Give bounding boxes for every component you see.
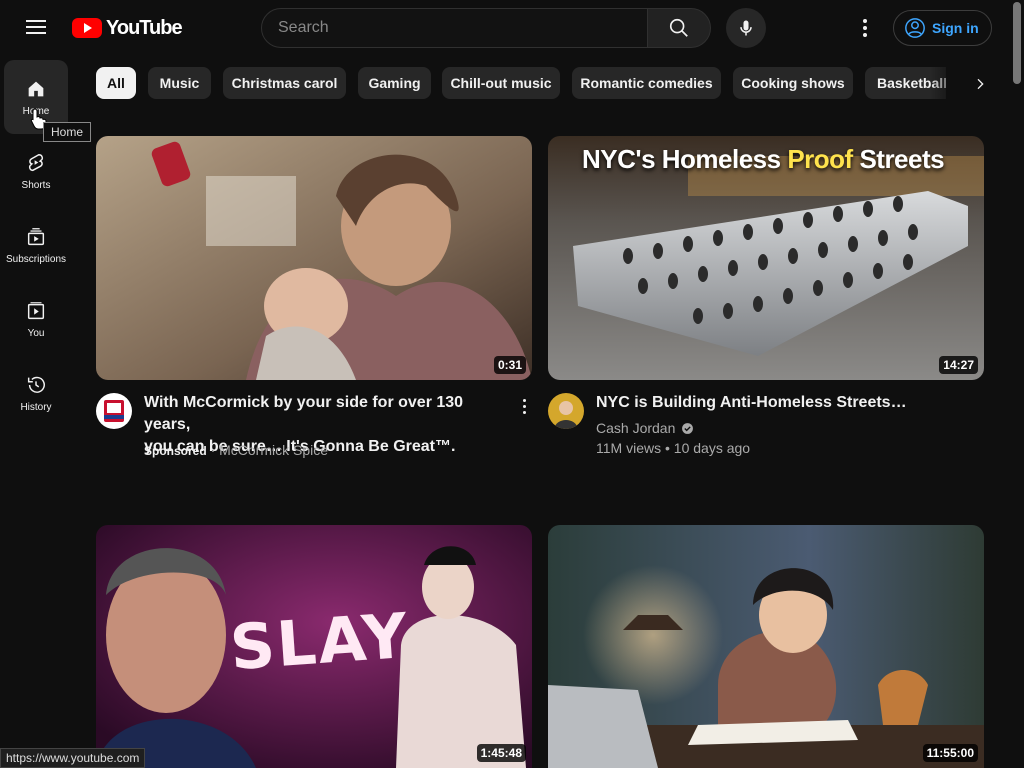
channel-avatar[interactable] (548, 393, 584, 429)
thumbnail-image (96, 136, 532, 380)
chip-gaming[interactable]: Gaming (358, 67, 431, 99)
mccormick-logo-icon (104, 400, 124, 422)
video-stats: 11M views • 10 days ago (596, 438, 750, 458)
video-thumbnail[interactable]: NYC's Homeless Proof Streets 14:27 (548, 136, 984, 380)
avatar-image (554, 401, 578, 429)
microphone-icon (740, 20, 752, 36)
search-input[interactable] (278, 19, 647, 37)
sidebar-item-label: You (27, 327, 45, 339)
video-duration: 11:55:00 (922, 744, 978, 762)
sidebar-item-label: Shorts (21, 179, 51, 191)
headline-highlight: Proof (787, 144, 853, 174)
view-count: 11M views (596, 440, 662, 456)
search-icon (669, 18, 688, 37)
chip-next-button[interactable] (962, 67, 998, 101)
video-title-line: With McCormick by your side for over 130… (144, 394, 464, 433)
headline-part: NYC's Homeless (582, 144, 788, 174)
verified-icon (682, 422, 694, 434)
channel-row: Cash Jordan (596, 418, 694, 438)
video-thumbnail[interactable]: 0:31 (96, 136, 532, 380)
voice-search-button[interactable] (726, 8, 766, 48)
youtube-play-icon (72, 18, 102, 38)
chip-bar: All Music Christmas carol Gaming Chill-o… (96, 67, 946, 101)
chip-all[interactable]: All (96, 67, 136, 99)
menu-icon[interactable] (20, 16, 52, 40)
channel-avatar[interactable] (96, 393, 132, 429)
video-menu-icon[interactable] (514, 394, 534, 418)
thumbnail-text: SLAY (227, 598, 412, 685)
chip-music[interactable]: Music (148, 67, 211, 99)
sidebar-item-you[interactable]: You (4, 282, 68, 356)
video-duration: 1:45:48 (476, 744, 526, 762)
video-duration: 14:27 (939, 356, 978, 374)
sidebar-item-subscriptions[interactable]: Subscriptions (4, 208, 68, 282)
thumbnail-headline: NYC's Homeless Proof Streets (582, 144, 945, 175)
subscriptions-icon (27, 227, 45, 245)
sign-in-label: Sign in (932, 20, 979, 36)
chip-christmas-carol[interactable]: Christmas carol (223, 67, 346, 99)
masthead: YouTube Sign in (0, 0, 1010, 56)
sign-in-button[interactable]: Sign in (893, 10, 992, 46)
shorts-icon (28, 153, 44, 171)
upload-age: 10 days ago (673, 440, 751, 456)
sidebar-item-label: Subscriptions (5, 253, 67, 265)
tooltip: Home (43, 122, 92, 142)
video-thumbnail[interactable]: SLAY 1:45:48 (96, 525, 532, 768)
thumbnail-image (548, 525, 984, 768)
separator: • (664, 440, 674, 456)
sidebar-item-label: History (20, 401, 52, 413)
sidebar-item-history[interactable]: History (4, 356, 68, 430)
chip-chill-out-music[interactable]: Chill-out music (442, 67, 560, 99)
search-box[interactable] (261, 8, 648, 48)
video-thumbnail[interactable]: 11:55:00 (548, 525, 984, 768)
separator: · (210, 442, 220, 458)
video-title[interactable]: NYC is Building Anti-Homeless Streets… (596, 392, 976, 414)
video-meta: Sponsored · McCormick Spice (144, 440, 328, 461)
chevron-right-icon (977, 78, 984, 90)
youtube-logo[interactable]: YouTube (72, 16, 183, 40)
chip-romantic-comedies[interactable]: Romantic comedies (572, 67, 721, 99)
scrollbar-thumb[interactable] (1013, 2, 1021, 84)
chip-cooking-shows[interactable]: Cooking shows (733, 67, 853, 99)
logo-text: YouTube (106, 16, 183, 39)
search-button[interactable] (647, 8, 711, 48)
sponsored-label: Sponsored (144, 444, 207, 458)
history-icon (27, 376, 45, 393)
channel-name[interactable]: McCormick Spice (219, 442, 328, 458)
you-icon (27, 301, 45, 319)
sidebar-item-shorts[interactable]: Shorts (4, 134, 68, 208)
scrollbar-track[interactable] (1010, 0, 1024, 768)
browser-status-url: https://www.youtube.com (0, 748, 146, 768)
video-duration: 0:31 (493, 356, 526, 374)
account-icon (905, 18, 925, 38)
settings-menu-icon[interactable] (850, 16, 880, 40)
chip-fade (930, 67, 960, 101)
home-icon (28, 81, 44, 96)
headline-part: Streets (852, 144, 945, 174)
channel-name[interactable]: Cash Jordan (596, 418, 675, 438)
